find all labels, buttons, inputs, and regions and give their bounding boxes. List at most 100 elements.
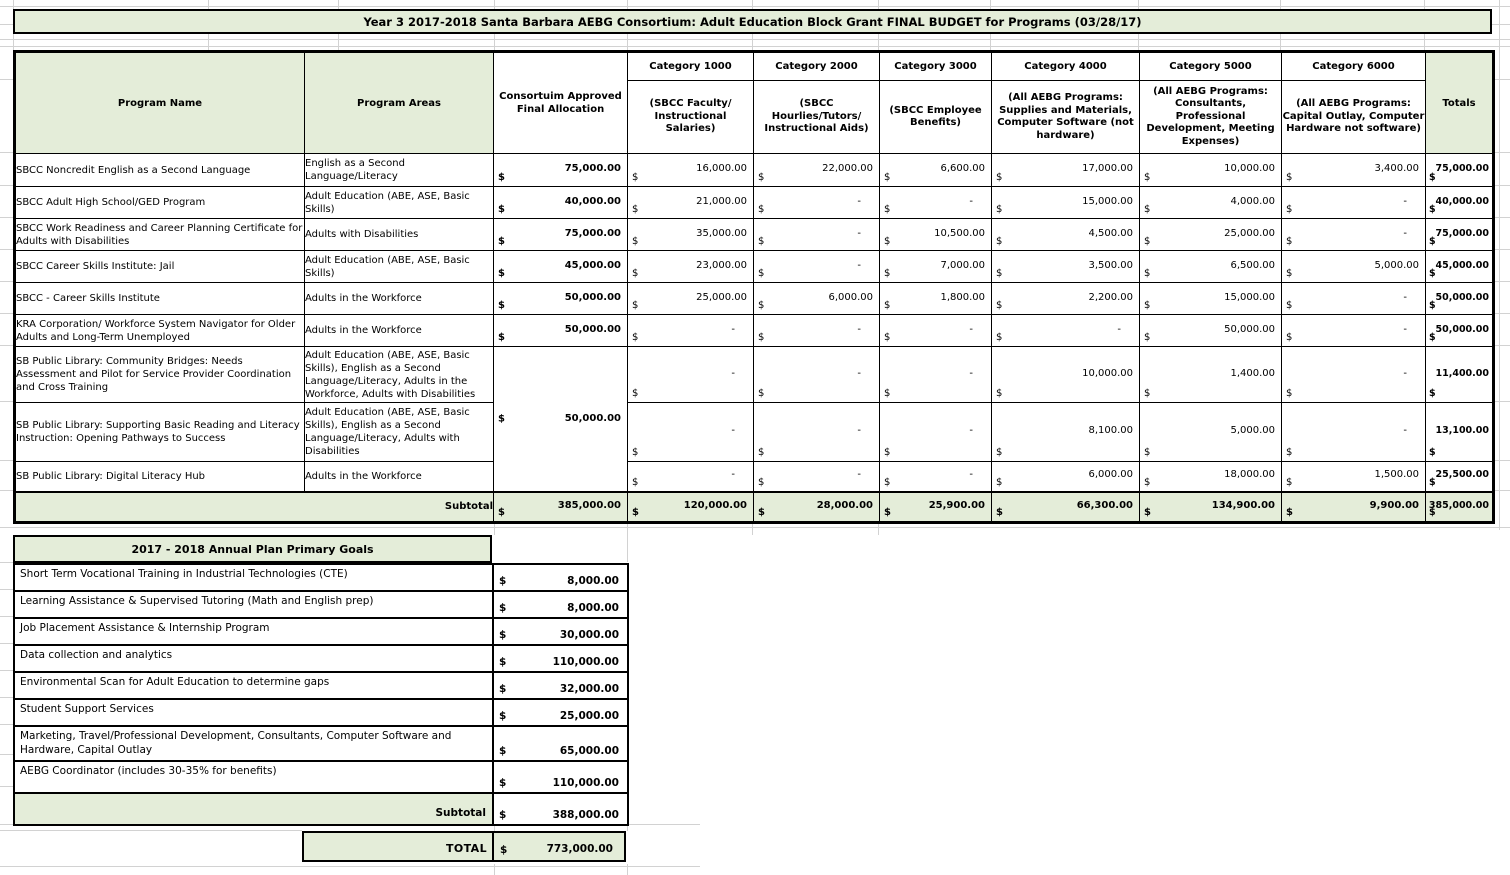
category-5000-cell[interactable]: $50,000.00 xyxy=(1140,315,1282,347)
row-total-cell[interactable]: $75,000.00 xyxy=(1426,154,1494,187)
program-name-cell[interactable]: SB Public Library: Supporting Basic Read… xyxy=(15,403,305,462)
subtotal-allocation-cell[interactable]: $385,000.00 xyxy=(494,492,628,523)
category-5000-cell[interactable]: $6,500.00 xyxy=(1140,251,1282,283)
grand-total-label[interactable]: TOTAL xyxy=(303,832,493,861)
program-areas-cell[interactable]: Adult Education (ABE, ASE, Basic Skills) xyxy=(305,251,494,283)
goal-label-cell[interactable]: Data collection and analytics xyxy=(14,645,493,672)
category-1000-cell[interactable]: $16,000.00 xyxy=(628,154,754,187)
category-2000-cell[interactable]: $- xyxy=(754,315,880,347)
row-total-cell[interactable]: $50,000.00 xyxy=(1426,283,1494,315)
column-header-category-4000[interactable]: Category 4000 xyxy=(992,52,1140,81)
category-4000-cell[interactable]: $6,000.00 xyxy=(992,462,1140,492)
row-total-cell[interactable]: $50,000.00 xyxy=(1426,315,1494,347)
allocation-cell-merged[interactable]: $50,000.00 xyxy=(494,347,628,492)
category-5000-cell[interactable]: $5,000.00 xyxy=(1140,403,1282,462)
program-name-cell[interactable]: SBCC Work Readiness and Career Planning … xyxy=(15,219,305,251)
program-areas-cell[interactable]: Adults in the Workforce xyxy=(305,315,494,347)
category-5000-cell[interactable]: $4,000.00 xyxy=(1140,187,1282,219)
category-4000-cell[interactable]: $10,000.00 xyxy=(992,347,1140,403)
category-3000-cell[interactable]: $1,800.00 xyxy=(880,283,992,315)
column-header-category-5000[interactable]: Category 5000 xyxy=(1140,52,1282,81)
category-5000-cell[interactable]: $15,000.00 xyxy=(1140,283,1282,315)
allocation-cell[interactable]: $75,000.00 xyxy=(494,154,628,187)
column-header-category-1000[interactable]: Category 1000 xyxy=(628,52,754,81)
category-3000-cell[interactable]: $- xyxy=(880,403,992,462)
goal-amount-cell[interactable]: $8,000.00 xyxy=(493,564,628,591)
goal-amount-cell[interactable]: $110,000.00 xyxy=(493,645,628,672)
row-total-cell[interactable]: $45,000.00 xyxy=(1426,251,1494,283)
subtotal-total-cell[interactable]: $385,000.00 xyxy=(1426,492,1494,523)
row-total-cell[interactable]: $11,400.00 xyxy=(1426,347,1494,403)
goal-amount-cell[interactable]: $8,000.00 xyxy=(493,591,628,618)
subheader-category-3000[interactable]: (SBCC Employee Benefits) xyxy=(880,81,992,154)
category-1000-cell[interactable]: $- xyxy=(628,462,754,492)
row-total-cell[interactable]: $75,000.00 xyxy=(1426,219,1494,251)
goal-label-cell[interactable]: Environmental Scan for Adult Education t… xyxy=(14,672,493,699)
category-4000-cell[interactable]: $4,500.00 xyxy=(992,219,1140,251)
program-areas-cell[interactable]: Adult Education (ABE, ASE, Basic Skills) xyxy=(305,187,494,219)
allocation-cell[interactable]: $50,000.00 xyxy=(494,315,628,347)
category-2000-cell[interactable]: $- xyxy=(754,347,880,403)
category-2000-cell[interactable]: $- xyxy=(754,219,880,251)
column-header-category-3000[interactable]: Category 3000 xyxy=(880,52,992,81)
program-areas-cell[interactable]: Adults in the Workforce xyxy=(305,283,494,315)
category-4000-cell[interactable]: $17,000.00 xyxy=(992,154,1140,187)
category-1000-cell[interactable]: $- xyxy=(628,315,754,347)
category-2000-cell[interactable]: $- xyxy=(754,251,880,283)
category-5000-cell[interactable]: $10,000.00 xyxy=(1140,154,1282,187)
subtotal-category-5000-cell[interactable]: $134,900.00 xyxy=(1140,492,1282,523)
goal-amount-cell[interactable]: $110,000.00 xyxy=(493,761,628,793)
category-2000-cell[interactable]: $- xyxy=(754,403,880,462)
program-name-cell[interactable]: SBCC Adult High School/GED Program xyxy=(15,187,305,219)
subheader-category-4000[interactable]: (All AEBG Programs: Supplies and Materia… xyxy=(992,81,1140,154)
category-5000-cell[interactable]: $1,400.00 xyxy=(1140,347,1282,403)
column-header-category-6000[interactable]: Category 6000 xyxy=(1282,52,1426,81)
row-total-cell[interactable]: $13,100.00 xyxy=(1426,403,1494,462)
category-1000-cell[interactable]: $23,000.00 xyxy=(628,251,754,283)
row-total-cell[interactable]: $40,000.00 xyxy=(1426,187,1494,219)
goal-amount-cell[interactable]: $25,000.00 xyxy=(493,699,628,726)
program-areas-cell[interactable]: English as a Second Language/Literacy xyxy=(305,154,494,187)
column-header-totals[interactable]: Totals xyxy=(1426,52,1494,154)
category-3000-cell[interactable]: $7,000.00 xyxy=(880,251,992,283)
category-6000-cell[interactable]: $- xyxy=(1282,315,1426,347)
category-3000-cell[interactable]: $- xyxy=(880,187,992,219)
subtotal-category-3000-cell[interactable]: $25,900.00 xyxy=(880,492,992,523)
goal-amount-cell[interactable]: $65,000.00 xyxy=(493,726,628,761)
program-areas-cell[interactable]: Adults with Disabilities xyxy=(305,219,494,251)
program-name-cell[interactable]: SBCC - Career Skills Institute xyxy=(15,283,305,315)
column-header-category-2000[interactable]: Category 2000 xyxy=(754,52,880,81)
program-areas-cell[interactable]: Adult Education (ABE, ASE, Basic Skills)… xyxy=(305,403,494,462)
column-header-allocation[interactable]: Consortuim Approved Final Allocation xyxy=(494,52,628,154)
allocation-cell[interactable]: $45,000.00 xyxy=(494,251,628,283)
subtotal-label[interactable]: Subtotal xyxy=(15,492,494,523)
category-1000-cell[interactable]: $- xyxy=(628,403,754,462)
subheader-category-1000[interactable]: (SBCC Faculty/ Instructional Salaries) xyxy=(628,81,754,154)
subtotal-category-2000-cell[interactable]: $28,000.00 xyxy=(754,492,880,523)
goal-amount-cell[interactable]: $32,000.00 xyxy=(493,672,628,699)
goals-subtotal-label[interactable]: Subtotal xyxy=(14,793,493,825)
allocation-cell[interactable]: $50,000.00 xyxy=(494,283,628,315)
subtotal-category-4000-cell[interactable]: $66,300.00 xyxy=(992,492,1140,523)
category-1000-cell[interactable]: $25,000.00 xyxy=(628,283,754,315)
category-4000-cell[interactable]: $15,000.00 xyxy=(992,187,1140,219)
goal-label-cell[interactable]: Marketing, Travel/Professional Developme… xyxy=(14,726,493,761)
allocation-cell[interactable]: $75,000.00 xyxy=(494,219,628,251)
program-name-cell[interactable]: SBCC Noncredit English as a Second Langu… xyxy=(15,154,305,187)
grand-total-amount-cell[interactable]: $773,000.00 xyxy=(493,832,625,861)
category-5000-cell[interactable]: $18,000.00 xyxy=(1140,462,1282,492)
category-3000-cell[interactable]: $- xyxy=(880,347,992,403)
program-name-cell[interactable]: SB Public Library: Digital Literacy Hub xyxy=(15,462,305,492)
goal-label-cell[interactable]: AEBG Coordinator (includes 30-35% for be… xyxy=(14,761,493,793)
category-3000-cell[interactable]: $10,500.00 xyxy=(880,219,992,251)
category-2000-cell[interactable]: $- xyxy=(754,462,880,492)
category-3000-cell[interactable]: $6,600.00 xyxy=(880,154,992,187)
category-2000-cell[interactable]: $22,000.00 xyxy=(754,154,880,187)
program-name-cell[interactable]: KRA Corporation/ Workforce System Naviga… xyxy=(15,315,305,347)
category-6000-cell[interactable]: $5,000.00 xyxy=(1282,251,1426,283)
category-6000-cell[interactable]: $1,500.00 xyxy=(1282,462,1426,492)
program-name-cell[interactable]: SBCC Career Skills Institute: Jail xyxy=(15,251,305,283)
goal-label-cell[interactable]: Short Term Vocational Training in Indust… xyxy=(14,564,493,591)
category-6000-cell[interactable]: $- xyxy=(1282,403,1426,462)
allocation-cell[interactable]: $40,000.00 xyxy=(494,187,628,219)
